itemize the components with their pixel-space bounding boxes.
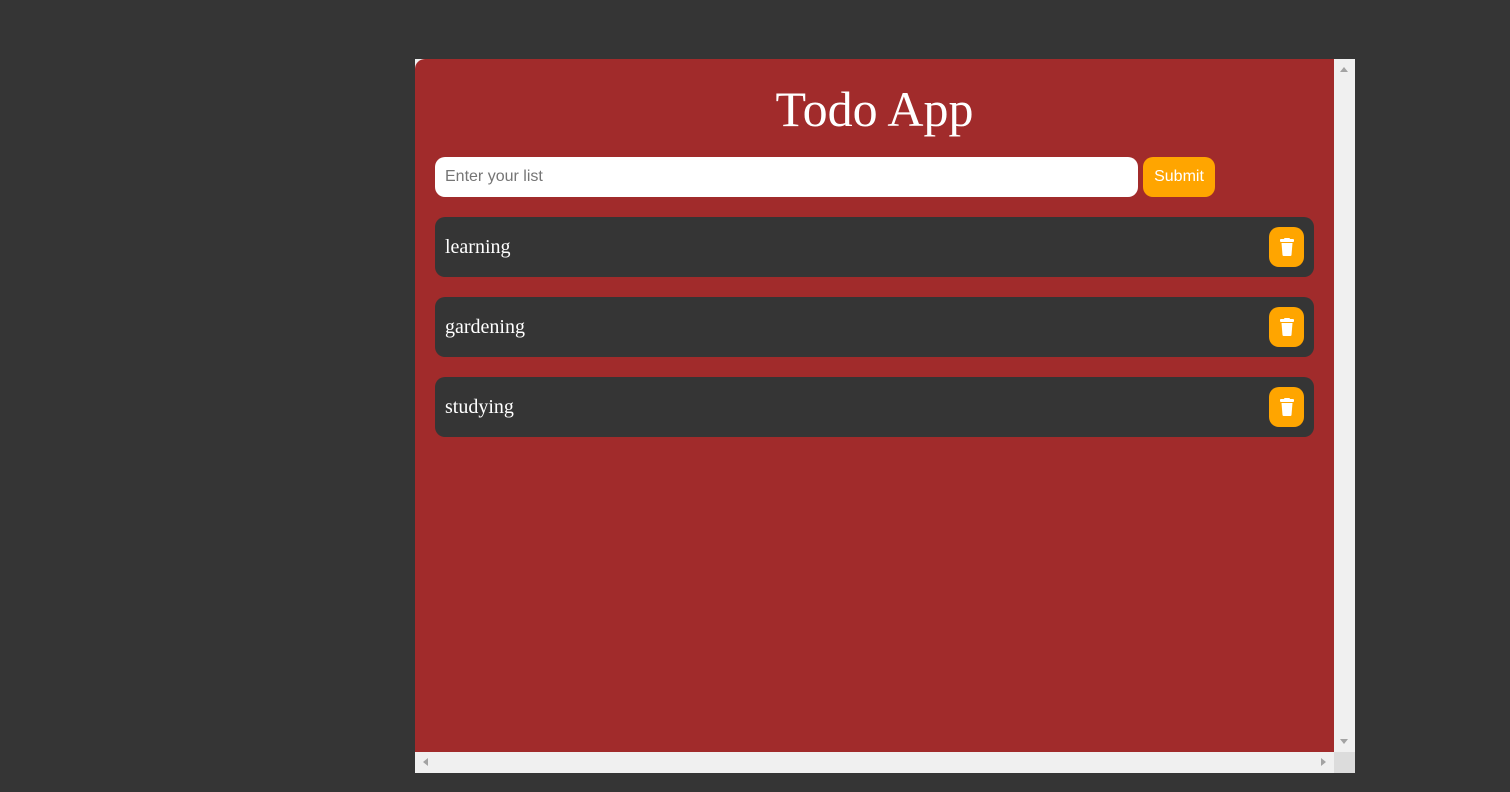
todo-input[interactable] [435,157,1138,197]
todo-item: studying [435,377,1314,437]
todo-item-label: studying [445,396,514,418]
trash-icon [1279,238,1294,256]
scroll-right-arrow-icon[interactable] [1321,758,1326,766]
browser-viewport: Todo App Submit learning gardening [415,59,1355,773]
delete-button[interactable] [1269,307,1304,347]
trash-icon [1279,398,1294,416]
todo-item-label: gardening [445,316,525,338]
scroll-down-arrow-icon[interactable] [1340,739,1348,744]
delete-button[interactable] [1269,227,1304,267]
scrollbar-corner [1334,752,1355,773]
todo-item-label: learning [445,236,511,258]
todo-item: gardening [435,297,1314,357]
trash-icon [1279,318,1294,336]
scroll-left-arrow-icon[interactable] [423,758,428,766]
todo-list: learning gardening studying [435,217,1314,457]
page-title: Todo App [775,81,974,137]
delete-button[interactable] [1269,387,1304,427]
scroll-up-arrow-icon[interactable] [1340,67,1348,72]
todo-item: learning [435,217,1314,277]
horizontal-scrollbar[interactable] [415,752,1334,773]
vertical-scrollbar[interactable] [1334,59,1355,752]
todo-app-container: Todo App Submit learning gardening [415,59,1334,752]
submit-button[interactable]: Submit [1143,157,1215,197]
